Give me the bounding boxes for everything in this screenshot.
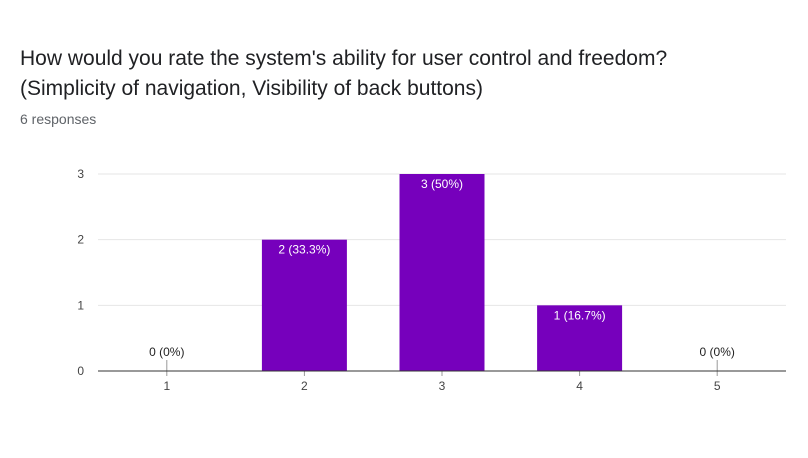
y-tick-label: 2 [77,233,84,247]
x-tick-label: 1 [163,379,170,393]
data-label: 1 (16.7%) [554,308,606,322]
y-tick-label: 3 [77,167,84,181]
data-label: 3 (50%) [421,177,463,191]
x-tick-label: 5 [714,379,721,393]
y-tick-label: 0 [77,364,84,378]
data-label: 0 (0%) [700,345,735,359]
data-label: 0 (0%) [149,345,184,359]
bar [399,174,485,371]
y-tick-label: 1 [77,298,84,312]
data-label: 2 (33.3%) [278,243,330,257]
bar-chart: 0 1 2 3 1 0 (0%) 2 2 (33.3%) 3 3 (50%) 4 1 (16.7%) 5… [77,167,786,393]
bar [261,239,347,371]
x-tick-label: 3 [439,379,446,393]
x-tick-label: 2 [301,379,308,393]
x-tick-label: 4 [576,379,583,393]
